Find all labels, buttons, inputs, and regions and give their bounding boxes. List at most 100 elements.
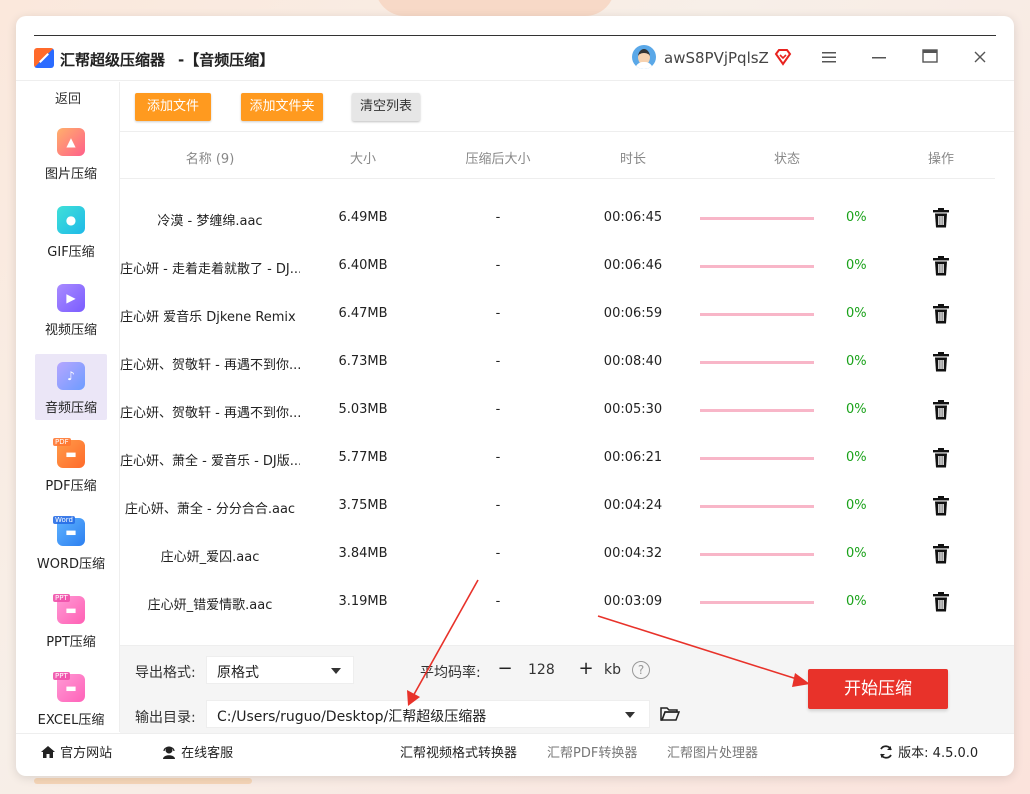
file-size: 5.77MB [338, 450, 388, 465]
trash-icon[interactable] [932, 592, 950, 612]
background-bar [34, 778, 252, 784]
file-size: 3.19MB [338, 594, 388, 609]
table-row[interactable]: 庄心妍_爱囚.aac 3.84MB - 00:04:32 0% [120, 531, 995, 579]
progress-percent: 0% [846, 546, 867, 561]
online-support-link[interactable]: 在线客服 [161, 742, 233, 761]
official-website-link[interactable]: 官方网站 [40, 742, 112, 761]
bitrate-unit: kb [604, 662, 621, 678]
clear-list-button[interactable]: 清空列表 [352, 93, 420, 121]
table-header: 名称 (9) 大小 压缩后大小 时长 状态 操作 [120, 133, 995, 179]
minimize-icon[interactable] [864, 44, 894, 72]
vip-diamond-icon[interactable] [774, 48, 792, 66]
progress-percent: 0% [846, 402, 867, 417]
table-row[interactable]: 庄心妍_错爱情歌.aac 3.19MB - 00:03:09 0% [120, 579, 995, 627]
bitrate-decrease-button[interactable]: − [494, 658, 516, 680]
trash-icon[interactable] [932, 496, 950, 516]
file-size: 6.73MB [338, 354, 388, 369]
sidebar-item-excel[interactable]: PPT ▬ EXCEL压缩 [35, 666, 107, 732]
trash-icon[interactable] [932, 352, 950, 372]
progress-bar [700, 361, 814, 364]
support-agent-icon [163, 746, 175, 759]
table-row[interactable]: 庄心妍、萧全 - 爱音乐 - DJ版... 5.77MB - 00:06:21 0% [120, 435, 995, 483]
version-value: 4.5.0.0 [932, 746, 979, 761]
trash-icon[interactable] [932, 400, 950, 420]
table-row[interactable]: 冷漠 - 梦缠绵.aac 6.49MB - 00:06:45 0% [120, 195, 995, 243]
sidebar-item-video[interactable]: ▶ 视频压缩 [35, 276, 107, 342]
file-name: 庄心妍_错爱情歌.aac [147, 598, 273, 613]
progress-bar [700, 457, 814, 460]
video-icon: ▶ [57, 284, 85, 312]
table-row[interactable]: 庄心妍、萧全 - 分分合合.aac 3.75MB - 00:04:24 0% [120, 483, 995, 531]
background-shape [375, 0, 615, 16]
compressed-size: - [495, 306, 501, 321]
title-bar: 汇帮超级压缩器 -【音频压缩】 awS8PVjPqlsZ [16, 36, 1014, 81]
bitrate-input[interactable]: 128 [528, 662, 555, 678]
progress-percent: 0% [846, 306, 867, 321]
menu-icon[interactable] [814, 44, 844, 72]
trash-icon[interactable] [932, 544, 950, 564]
table-row[interactable]: 庄心妍 - 走着走着就散了 - DJ... 6.40MB - 00:06:46 0% [120, 243, 995, 291]
compressed-size: - [495, 594, 501, 609]
ppt-icon: PPT ▬ [53, 594, 85, 624]
sidebar-item-image[interactable]: ▲ 图片压缩 [35, 120, 107, 186]
file-name: 庄心妍、贺敬轩 - 再遇不到你... [120, 358, 300, 373]
app-subtitle: -【音频压缩】 [178, 51, 275, 69]
trash-icon[interactable] [932, 256, 950, 276]
file-size: 6.47MB [338, 306, 388, 321]
video-converter-link[interactable]: 汇帮视频格式转换器 [400, 742, 517, 761]
help-icon[interactable]: ? [632, 661, 650, 679]
username[interactable]: awS8PVjPqlsZ [664, 49, 769, 67]
bitrate-increase-button[interactable]: + [575, 658, 597, 680]
sidebar-item-ppt[interactable]: PPT ▬ PPT压缩 [35, 588, 107, 654]
progress-percent: 0% [846, 450, 867, 465]
close-icon[interactable] [965, 44, 995, 72]
chevron-down-icon [625, 712, 635, 718]
home-icon [41, 746, 55, 758]
file-table: 名称 (9) 大小 压缩后大小 时长 状态 操作 冷漠 - 梦缠绵.aac 6.4… [120, 133, 995, 645]
file-duration: 00:05:30 [603, 402, 663, 417]
image-icon: ▲ [57, 128, 85, 156]
sidebar: 返回 ▲ 图片压缩 ● GIF压缩 ▶ 视频压缩 ♪ 音频压缩 PDF ▬ PDF… [16, 82, 120, 732]
file-name: 冷漠 - 梦缠绵.aac [157, 214, 263, 229]
add-file-button[interactable]: 添加文件 [135, 93, 211, 121]
start-compress-button[interactable]: 开始压缩 [808, 669, 948, 709]
trash-icon[interactable] [932, 208, 950, 228]
version-info[interactable]: 版本: 4.5.0.0 [878, 742, 978, 761]
file-duration: 00:04:32 [603, 546, 663, 561]
file-size: 3.75MB [338, 498, 388, 513]
sidebar-item-pdf[interactable]: PDF ▬ PDF压缩 [35, 432, 107, 498]
table-row[interactable]: 庄心妍、贺敬轩 - 再遇不到你... 6.73MB - 00:08:40 0% [120, 339, 995, 387]
user-avatar[interactable] [632, 45, 656, 69]
back-button[interactable]: 返回 [16, 88, 120, 107]
sidebar-item-audio[interactable]: ♪ 音频压缩 [35, 354, 107, 420]
image-processor-link[interactable]: 汇帮图片处理器 [667, 742, 758, 761]
compressed-size: - [495, 546, 501, 561]
output-path-value: C:/Users/ruguo/Desktop/汇帮超级压缩器 [217, 709, 487, 725]
folder-open-icon[interactable] [660, 706, 681, 722]
output-label: 输出目录: [135, 710, 196, 726]
header-action: 操作 [927, 152, 954, 167]
sidebar-item-label: EXCEL压缩 [37, 713, 105, 728]
progress-bar [700, 601, 814, 604]
file-name: 庄心妍 - 走着走着就散了 - DJ... [120, 262, 300, 277]
output-path-select[interactable]: C:/Users/ruguo/Desktop/汇帮超级压缩器 [206, 700, 650, 728]
sidebar-item-gif[interactable]: ● GIF压缩 [35, 198, 107, 264]
progress-percent: 0% [846, 210, 867, 225]
pdf-converter-link[interactable]: 汇帮PDF转换器 [547, 742, 637, 761]
gif-icon: ● [57, 206, 85, 234]
trash-icon[interactable] [932, 304, 950, 324]
app-window: 汇帮超级压缩器 -【音频压缩】 awS8PVjPqlsZ 返回 ▲ 图片压缩 ●… [16, 16, 1014, 776]
table-row[interactable]: 庄心妍 爱音乐 Djkene Remix ... 6.47MB - 00:06:59 0… [120, 291, 995, 339]
format-select[interactable]: 原格式 [206, 656, 354, 684]
table-scrollbar[interactable] [995, 133, 1014, 645]
word-icon: Word ▬ [53, 516, 85, 546]
sidebar-item-label: 图片压缩 [44, 167, 97, 182]
add-folder-button[interactable]: 添加文件夹 [241, 93, 323, 121]
compressed-size: - [495, 450, 501, 465]
table-row[interactable]: 庄心妍、贺敬轩 - 再遇不到你... 5.03MB - 00:05:30 0% [120, 387, 995, 435]
trash-icon[interactable] [932, 448, 950, 468]
sidebar-item-word[interactable]: Word ▬ WORD压缩 [35, 510, 107, 576]
file-name: 庄心妍_爱囚.aac [160, 550, 260, 565]
app-title: 汇帮超级压缩器 [60, 51, 166, 69]
maximize-icon[interactable] [915, 44, 945, 72]
